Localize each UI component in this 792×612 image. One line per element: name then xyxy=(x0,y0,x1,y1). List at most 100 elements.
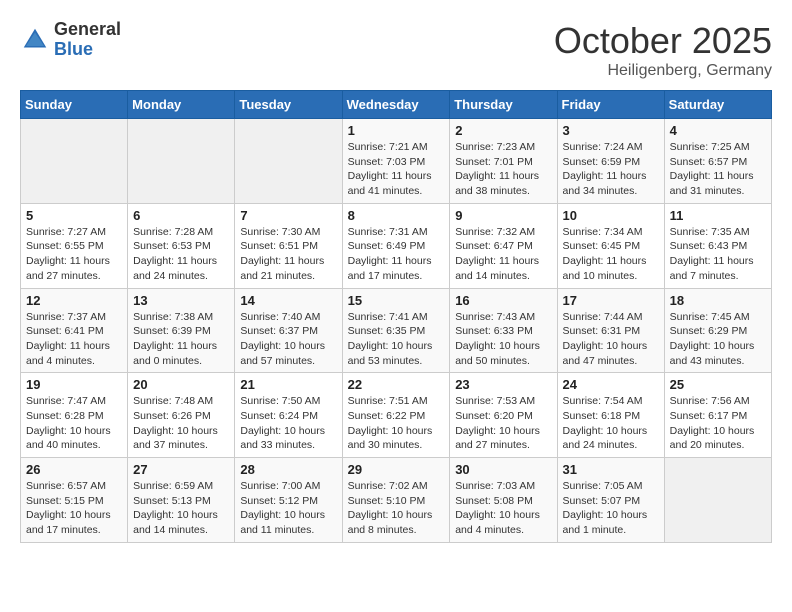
day-number: 25 xyxy=(670,377,766,392)
weekday-header-monday: Monday xyxy=(128,91,235,119)
calendar-cell: 26 Sunrise: 6:57 AM Sunset: 5:15 PM Dayli… xyxy=(21,458,128,543)
day-info: Sunrise: 6:57 AM Sunset: 5:15 PM Dayligh… xyxy=(26,479,122,538)
calendar-cell: 25 Sunrise: 7:56 AM Sunset: 6:17 PM Dayli… xyxy=(664,373,771,458)
calendar-cell: 6 Sunrise: 7:28 AM Sunset: 6:53 PM Daylig… xyxy=(128,203,235,288)
calendar-cell: 11 Sunrise: 7:35 AM Sunset: 6:43 PM Dayli… xyxy=(664,203,771,288)
day-number: 4 xyxy=(670,123,766,138)
week-row-2: 5 Sunrise: 7:27 AM Sunset: 6:55 PM Daylig… xyxy=(21,203,772,288)
calendar-cell xyxy=(235,119,342,204)
title-block: October 2025 Heiligenberg, Germany xyxy=(554,20,772,80)
day-number: 12 xyxy=(26,293,122,308)
weekday-header-thursday: Thursday xyxy=(450,91,557,119)
day-info: Sunrise: 7:47 AM Sunset: 6:28 PM Dayligh… xyxy=(26,394,122,453)
logo-icon xyxy=(20,25,50,55)
day-info: Sunrise: 7:48 AM Sunset: 6:26 PM Dayligh… xyxy=(133,394,229,453)
month-title: October 2025 xyxy=(554,20,772,62)
weekday-header-wednesday: Wednesday xyxy=(342,91,450,119)
day-info: Sunrise: 7:53 AM Sunset: 6:20 PM Dayligh… xyxy=(455,394,551,453)
day-number: 24 xyxy=(563,377,659,392)
day-info: Sunrise: 7:00 AM Sunset: 5:12 PM Dayligh… xyxy=(240,479,336,538)
page-header: General Blue October 2025 Heiligenberg, … xyxy=(20,20,772,80)
location-subtitle: Heiligenberg, Germany xyxy=(554,62,772,80)
calendar-cell: 19Sunrise: 7:47 AM Sunset: 6:28 PM Dayli… xyxy=(21,373,128,458)
calendar-cell: 9Sunrise: 7:32 AM Sunset: 6:47 PM Daylig… xyxy=(450,203,557,288)
day-number: 22 xyxy=(348,377,445,392)
day-info: Sunrise: 7:41 AM Sunset: 6:35 PM Dayligh… xyxy=(348,310,445,369)
day-number: 2 xyxy=(455,123,551,138)
calendar-cell: 7 Sunrise: 7:30 AM Sunset: 6:51 PM Daylig… xyxy=(235,203,342,288)
weekday-header-sunday: Sunday xyxy=(21,91,128,119)
weekday-header-friday: Friday xyxy=(557,91,664,119)
day-info: Sunrise: 7:54 AM Sunset: 6:18 PM Dayligh… xyxy=(563,394,659,453)
day-number: 5 xyxy=(26,208,122,223)
day-number: 23 xyxy=(455,377,551,392)
calendar-cell: 5 Sunrise: 7:27 AM Sunset: 6:55 PM Daylig… xyxy=(21,203,128,288)
day-number: 10 xyxy=(563,208,659,223)
day-info: Sunrise: 7:56 AM Sunset: 6:17 PM Dayligh… xyxy=(670,394,766,453)
day-number: 18 xyxy=(670,293,766,308)
calendar-cell xyxy=(21,119,128,204)
calendar-cell: 10 Sunrise: 7:34 AM Sunset: 6:45 PM Dayli… xyxy=(557,203,664,288)
day-number: 15 xyxy=(348,293,445,308)
calendar-cell xyxy=(664,458,771,543)
calendar-cell: 22 Sunrise: 7:51 AM Sunset: 6:22 PM Dayli… xyxy=(342,373,450,458)
day-info: Sunrise: 7:37 AM Sunset: 6:41 PM Dayligh… xyxy=(26,310,122,369)
day-info: Sunrise: 7:51 AM Sunset: 6:22 PM Dayligh… xyxy=(348,394,445,453)
calendar-cell: 24 Sunrise: 7:54 AM Sunset: 6:18 PM Dayli… xyxy=(557,373,664,458)
day-info: Sunrise: 7:38 AM Sunset: 6:39 PM Dayligh… xyxy=(133,310,229,369)
day-info: Sunrise: 7:24 AM Sunset: 6:59 PM Dayligh… xyxy=(563,140,659,199)
week-row-1: 1 Sunrise: 7:21 AM Sunset: 7:03 PM Daylig… xyxy=(21,119,772,204)
calendar-cell: 3Sunrise: 7:24 AM Sunset: 6:59 PM Daylig… xyxy=(557,119,664,204)
day-info: Sunrise: 7:44 AM Sunset: 6:31 PM Dayligh… xyxy=(563,310,659,369)
weekday-header-saturday: Saturday xyxy=(664,91,771,119)
day-info: Sunrise: 7:21 AM Sunset: 7:03 PM Dayligh… xyxy=(348,140,445,199)
week-row-3: 12 Sunrise: 7:37 AM Sunset: 6:41 PM Dayli… xyxy=(21,288,772,373)
calendar-cell: 29 Sunrise: 7:02 AM Sunset: 5:10 PM Dayli… xyxy=(342,458,450,543)
day-info: Sunrise: 7:05 AM Sunset: 5:07 PM Dayligh… xyxy=(563,479,659,538)
calendar-cell: 21Sunrise: 7:50 AM Sunset: 6:24 PM Dayli… xyxy=(235,373,342,458)
calendar-cell xyxy=(128,119,235,204)
day-info: Sunrise: 7:32 AM Sunset: 6:47 PM Dayligh… xyxy=(455,225,551,284)
logo-blue-text: Blue xyxy=(54,40,121,60)
day-number: 17 xyxy=(563,293,659,308)
day-number: 1 xyxy=(348,123,445,138)
day-info: Sunrise: 7:35 AM Sunset: 6:43 PM Dayligh… xyxy=(670,225,766,284)
day-number: 26 xyxy=(26,462,122,477)
day-number: 6 xyxy=(133,208,229,223)
logo: General Blue xyxy=(20,20,121,60)
day-number: 13 xyxy=(133,293,229,308)
day-info: Sunrise: 7:02 AM Sunset: 5:10 PM Dayligh… xyxy=(348,479,445,538)
day-info: Sunrise: 7:23 AM Sunset: 7:01 PM Dayligh… xyxy=(455,140,551,199)
day-info: Sunrise: 7:27 AM Sunset: 6:55 PM Dayligh… xyxy=(26,225,122,284)
day-number: 16 xyxy=(455,293,551,308)
day-info: Sunrise: 7:34 AM Sunset: 6:45 PM Dayligh… xyxy=(563,225,659,284)
calendar-cell: 8Sunrise: 7:31 AM Sunset: 6:49 PM Daylig… xyxy=(342,203,450,288)
day-number: 31 xyxy=(563,462,659,477)
day-info: Sunrise: 7:45 AM Sunset: 6:29 PM Dayligh… xyxy=(670,310,766,369)
day-number: 20 xyxy=(133,377,229,392)
week-row-4: 19Sunrise: 7:47 AM Sunset: 6:28 PM Dayli… xyxy=(21,373,772,458)
calendar-cell: 30Sunrise: 7:03 AM Sunset: 5:08 PM Dayli… xyxy=(450,458,557,543)
calendar-cell: 16Sunrise: 7:43 AM Sunset: 6:33 PM Dayli… xyxy=(450,288,557,373)
calendar-cell: 20 Sunrise: 7:48 AM Sunset: 6:26 PM Dayli… xyxy=(128,373,235,458)
day-number: 28 xyxy=(240,462,336,477)
calendar-cell: 28 Sunrise: 7:00 AM Sunset: 5:12 PM Dayli… xyxy=(235,458,342,543)
calendar-cell: 31 Sunrise: 7:05 AM Sunset: 5:07 PM Dayli… xyxy=(557,458,664,543)
day-info: Sunrise: 7:30 AM Sunset: 6:51 PM Dayligh… xyxy=(240,225,336,284)
calendar-cell: 27Sunrise: 6:59 AM Sunset: 5:13 PM Dayli… xyxy=(128,458,235,543)
day-number: 21 xyxy=(240,377,336,392)
day-number: 27 xyxy=(133,462,229,477)
day-number: 30 xyxy=(455,462,551,477)
calendar-cell: 17 Sunrise: 7:44 AM Sunset: 6:31 PM Dayli… xyxy=(557,288,664,373)
calendar-cell: 12 Sunrise: 7:37 AM Sunset: 6:41 PM Dayli… xyxy=(21,288,128,373)
calendar-table: SundayMondayTuesdayWednesdayThursdayFrid… xyxy=(20,90,772,543)
weekday-header-row: SundayMondayTuesdayWednesdayThursdayFrid… xyxy=(21,91,772,119)
day-info: Sunrise: 7:25 AM Sunset: 6:57 PM Dayligh… xyxy=(670,140,766,199)
day-number: 7 xyxy=(240,208,336,223)
day-number: 29 xyxy=(348,462,445,477)
day-number: 11 xyxy=(670,208,766,223)
calendar-cell: 2 Sunrise: 7:23 AM Sunset: 7:01 PM Daylig… xyxy=(450,119,557,204)
day-info: Sunrise: 7:40 AM Sunset: 6:37 PM Dayligh… xyxy=(240,310,336,369)
calendar-cell: 15 Sunrise: 7:41 AM Sunset: 6:35 PM Dayli… xyxy=(342,288,450,373)
day-info: Sunrise: 7:28 AM Sunset: 6:53 PM Dayligh… xyxy=(133,225,229,284)
